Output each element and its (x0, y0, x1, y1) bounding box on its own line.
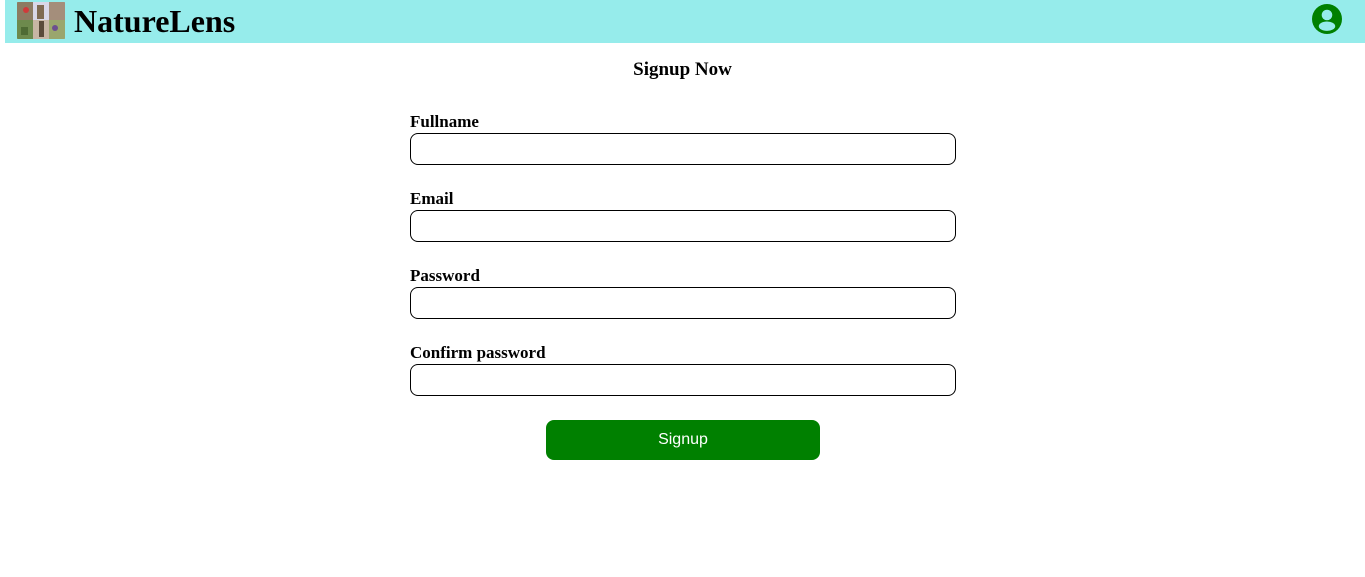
email-label: Email (410, 189, 454, 208)
signup-button[interactable]: Signup (546, 420, 820, 460)
email-input[interactable] (410, 210, 956, 242)
fullname-label: Fullname (410, 112, 479, 131)
password-label: Password (410, 266, 480, 285)
confirm-password-input[interactable] (410, 364, 956, 396)
brand-title: NatureLens (74, 3, 236, 39)
fullname-input[interactable] (410, 133, 956, 165)
user-circle-icon (1312, 4, 1342, 34)
profile-button[interactable] (1312, 4, 1342, 34)
page-title: Signup Now (633, 59, 732, 80)
nature-collage-logo-icon (17, 2, 65, 39)
confirm-password-label: Confirm password (410, 343, 546, 362)
top-navbar: NatureLens (5, 0, 1365, 43)
logo-image[interactable] (17, 2, 65, 39)
password-input[interactable] (410, 287, 956, 319)
